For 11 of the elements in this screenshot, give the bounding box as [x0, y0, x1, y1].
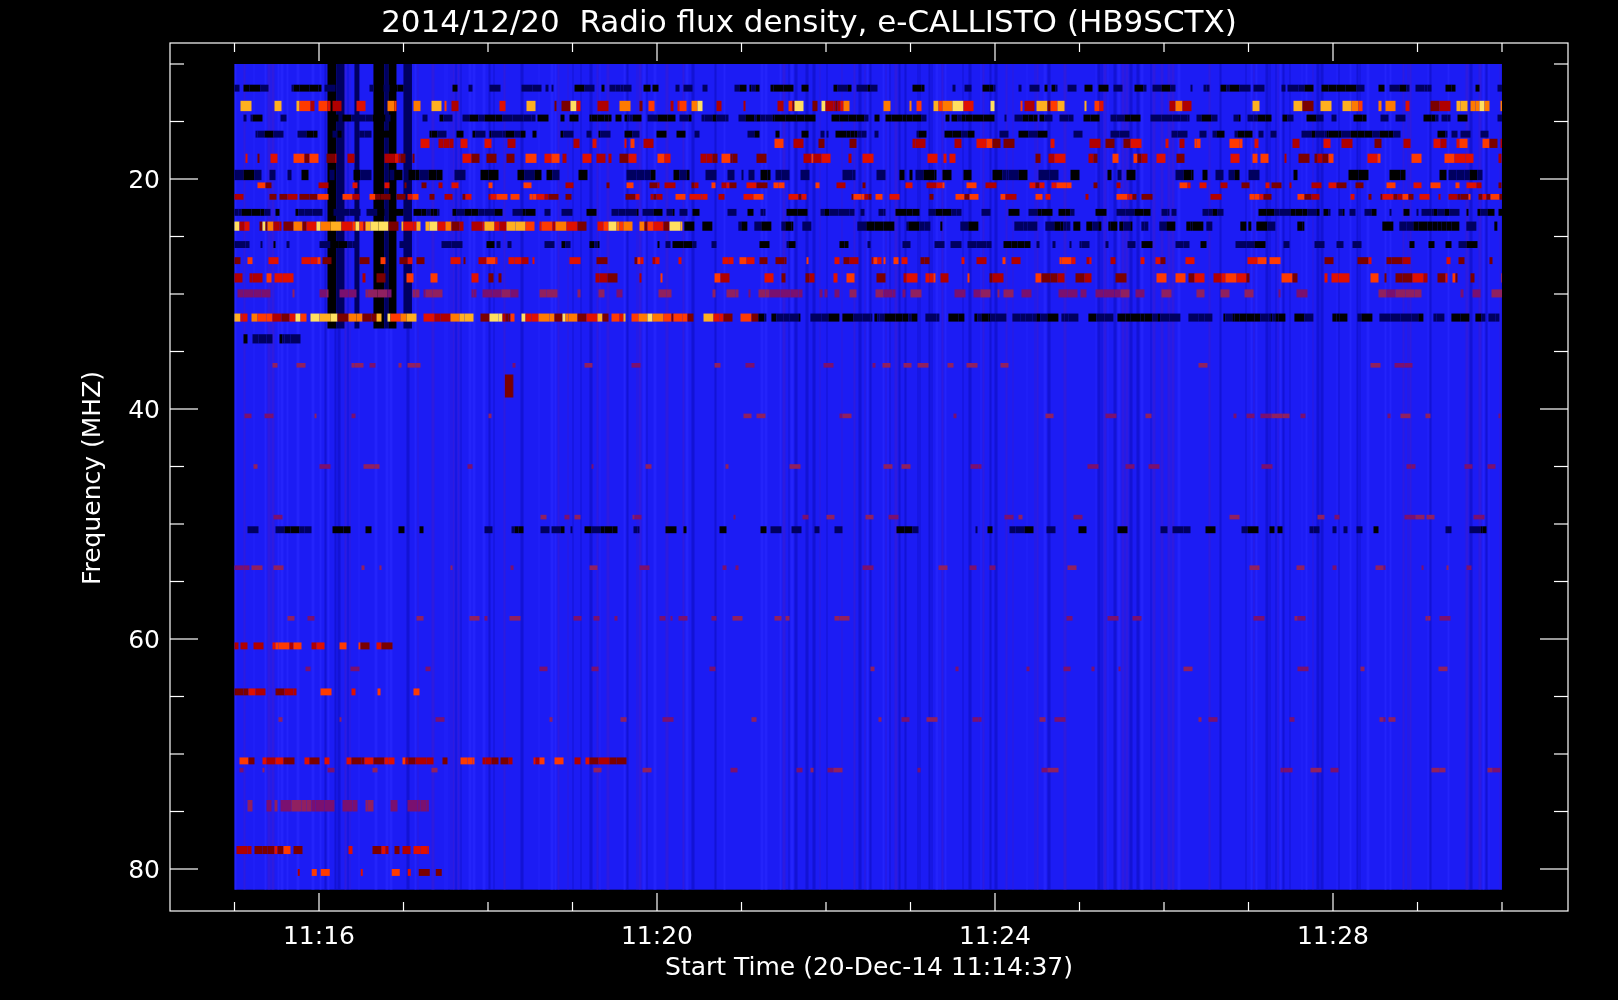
tick-label: 60: [128, 625, 160, 654]
tick-label: 40: [128, 395, 160, 424]
y-axis-label: Frequency (MHZ): [77, 370, 106, 586]
x-axis-label: Start Time (20-Dec-14 11:14:37): [665, 952, 1073, 981]
tick-label: 20: [128, 165, 160, 194]
tick-label: 80: [128, 855, 160, 884]
tick-label: 11:16: [283, 921, 355, 950]
tick-label: 11:28: [1297, 921, 1369, 950]
chart-title: 2014/12/20 Radio flux density, e-CALLISTO (HB9SCTX): [381, 3, 1237, 39]
tick-label: 11:24: [959, 921, 1031, 950]
tick-label: 11:20: [621, 921, 693, 950]
